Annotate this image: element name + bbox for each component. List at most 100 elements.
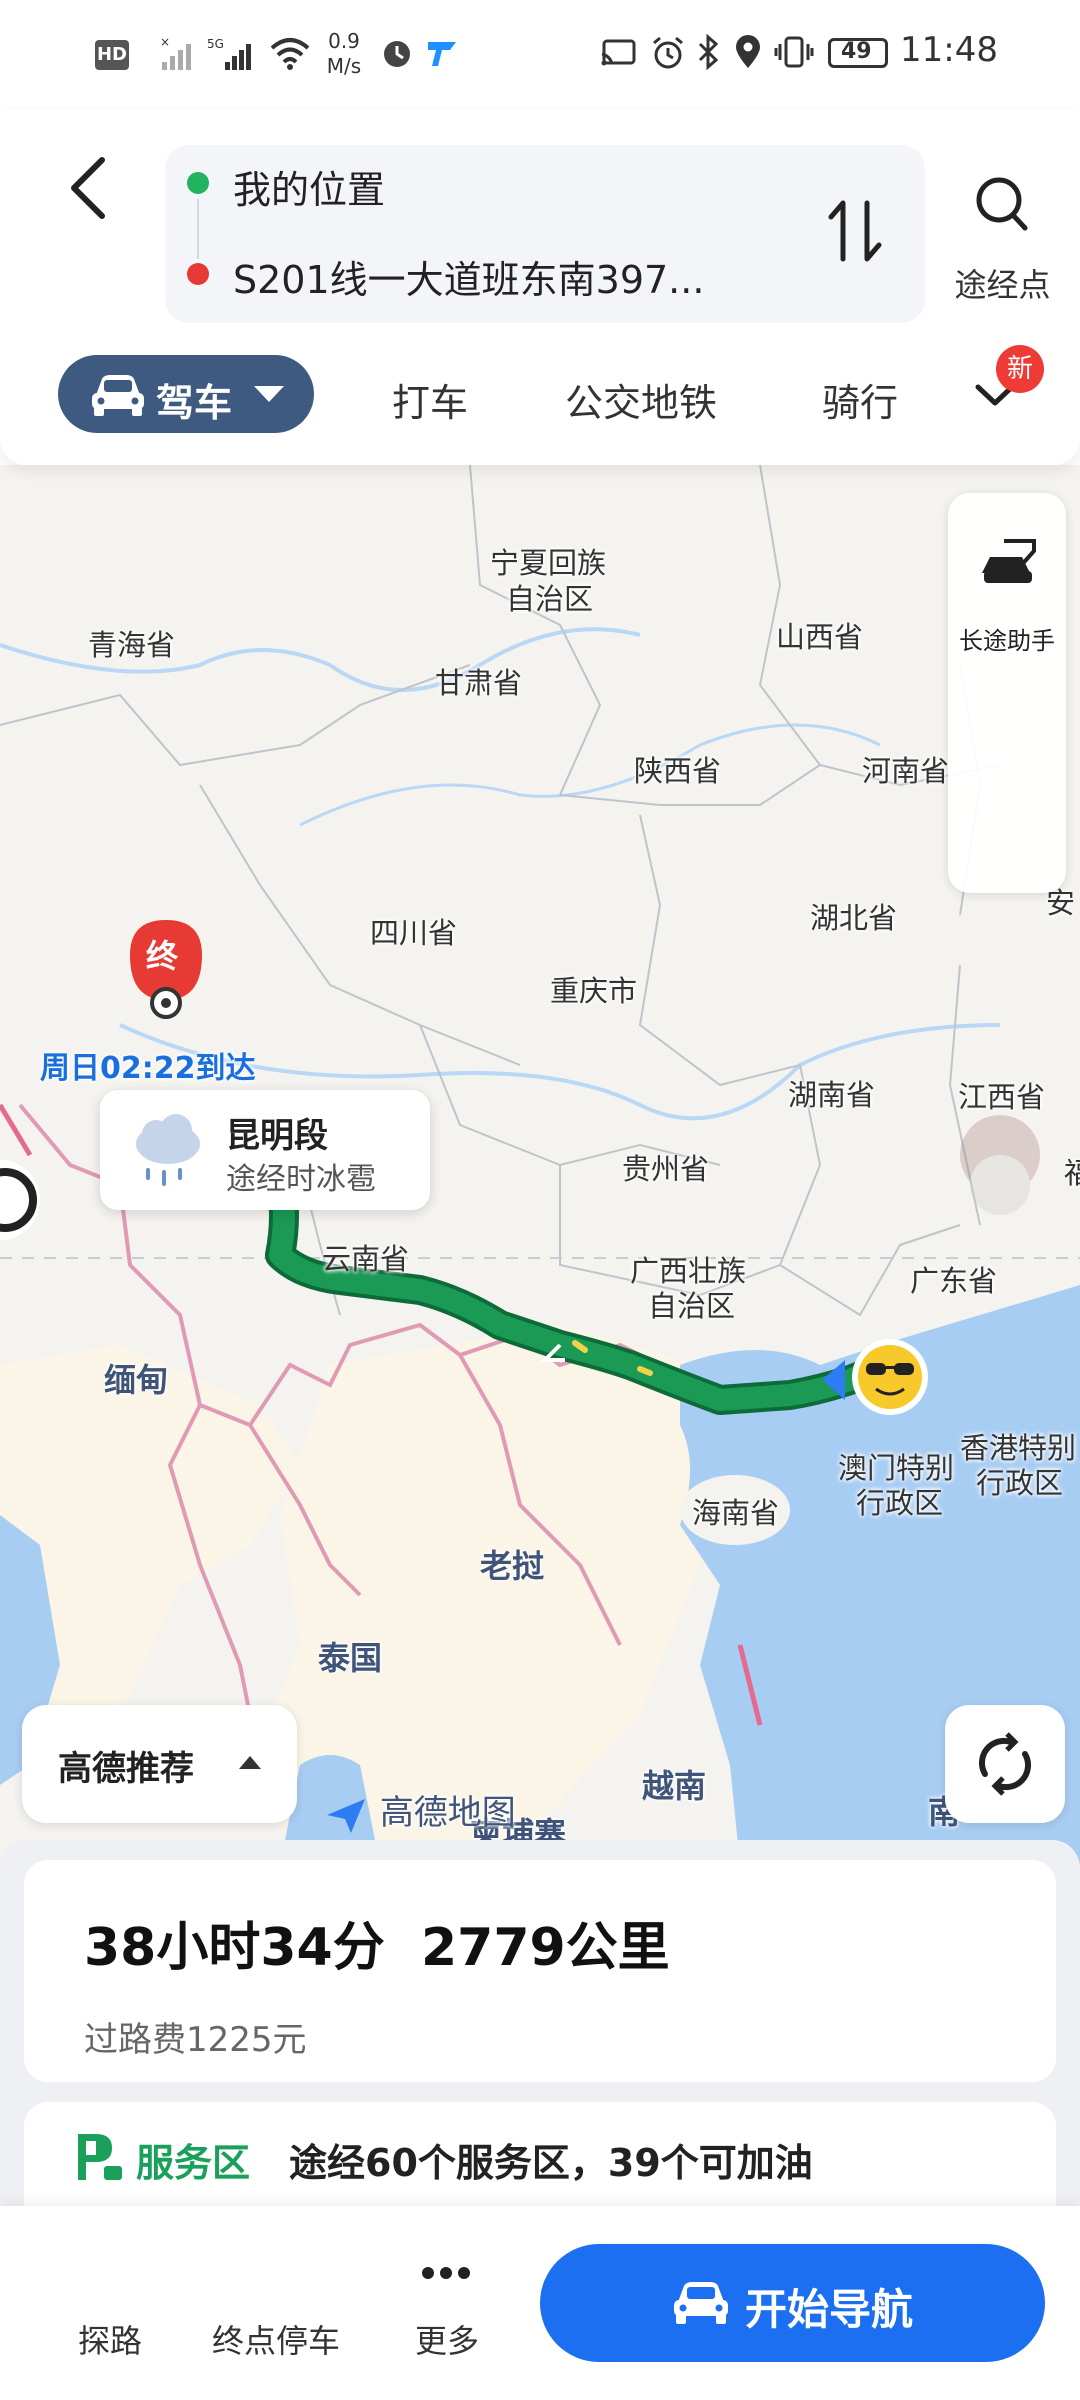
label-myanmar: 缅甸: [104, 1361, 169, 1399]
label-jiangxi: 江西省: [958, 1080, 1046, 1114]
route-duration: 38小时34分: [84, 1918, 385, 1978]
label-macau-1: 澳门特别: [838, 1451, 955, 1485]
new-badge: 新: [996, 345, 1044, 393]
destination-field[interactable]: S201线一大道班东南397...: [233, 249, 704, 304]
long-trip-assistant-button[interactable]: 长途助手: [948, 493, 1066, 893]
swap-arrows-icon: [828, 200, 882, 262]
tab-cycling[interactable]: 骑行: [822, 372, 898, 427]
parking-service-icon: [78, 2134, 122, 2180]
label-guangdong: 广东省: [910, 1264, 998, 1298]
alarm-icon: [380, 36, 414, 74]
route-duration-distance: 38小时34分 2779公里: [84, 1905, 670, 1980]
long-trip-label: 长途助手: [959, 627, 1055, 655]
svg-text:5G: 5G: [207, 37, 224, 51]
label-sichuan: 四川省: [370, 916, 458, 950]
long-trip-icon: [982, 539, 1036, 583]
label-vietnam: 越南: [642, 1767, 707, 1805]
weather-title: 昆明段: [226, 1116, 328, 1156]
map-view[interactable]: 青海省 宁夏回族 自治区 山西省 甘肃省 陕西省 河南省 四川省 湖北省 重庆市…: [0, 465, 1080, 1865]
speed-value: 0.9: [328, 29, 360, 53]
service-area-desc: 途经60个服务区，39个可加油: [289, 2141, 813, 2185]
label-hongkong-2: 行政区: [976, 1466, 1064, 1500]
car-icon: [92, 375, 144, 416]
label-guizhou: 贵州省: [622, 1152, 710, 1186]
car-icon: [674, 2282, 728, 2324]
battery-icon: 49: [828, 38, 888, 68]
origin-dot: [187, 172, 209, 194]
label-chongqing: 重庆市: [550, 974, 638, 1008]
more-dots-icon: [422, 2267, 470, 2279]
status-bar: HD × 5G 0.9 M/s 49 11:48: [0, 0, 1080, 110]
battery-level: 49: [841, 39, 872, 64]
location-icon: [734, 34, 762, 74]
swap-button[interactable]: [825, 197, 885, 267]
transport-mode-tabs: 驾车 打车 公交地铁 骑行 新: [0, 345, 1080, 445]
label-qinghai: 青海省: [88, 628, 176, 662]
caret-down-icon: [254, 386, 284, 402]
more-button[interactable]: 更多: [405, 2236, 485, 2366]
destination-dot: [187, 263, 209, 285]
route-summary-card[interactable]: 38小时34分 2779公里 过路费1225元: [24, 1860, 1056, 2082]
route-distance: 2779公里: [420, 1918, 670, 1978]
refresh-icon: [978, 1732, 1032, 1796]
alarm-clock-icon: [650, 36, 686, 74]
label-hubei: 湖北省: [810, 901, 898, 935]
weather-card[interactable]: 昆明段 途经时冰雹: [100, 1090, 430, 1210]
refresh-route-button[interactable]: [945, 1705, 1065, 1823]
map-logo: 高德地图: [325, 1785, 516, 1835]
label-fujian-partial: 福: [1064, 1156, 1080, 1190]
tab-drive[interactable]: 驾车: [58, 355, 314, 433]
label-yunnan: 云南省: [322, 1242, 410, 1276]
speed-unit: M/s: [326, 54, 362, 78]
bottom-action-bar: 探路 终点停车 更多 开始导航: [0, 2206, 1080, 2400]
route-preference-button[interactable]: 高德推荐: [22, 1705, 297, 1823]
eta-label: 周日02:22到达: [40, 1051, 256, 1086]
tab-taxi[interactable]: 打车: [392, 372, 468, 427]
route-input-box: 我的位置 S201线一大道班东南397...: [165, 145, 925, 323]
hail-cloud-icon: [136, 1114, 200, 1186]
label-shanxi: 山西省: [776, 620, 864, 654]
route-header: 我的位置 S201线一大道班东南397... 途经点 驾车 打车 公交地铁 骑行…: [0, 110, 1080, 465]
cast-icon: [600, 38, 638, 72]
label-shaanxi: 陕西省: [634, 754, 722, 788]
5g-signal-icon: 5G: [207, 36, 255, 76]
waypoint-button[interactable]: 途经点: [945, 170, 1060, 304]
label-henan: 河南省: [862, 754, 950, 788]
destination-parking-button[interactable]: 终点停车: [212, 2316, 340, 2362]
route-preference-label: 高德推荐: [58, 1749, 194, 1789]
label-gansu: 甘肃省: [435, 666, 523, 700]
explore-button[interactable]: 探路: [78, 2316, 142, 2362]
label-macau-2: 行政区: [856, 1486, 944, 1520]
label-hainan: 海南省: [692, 1496, 780, 1530]
back-button[interactable]: [60, 150, 120, 230]
tab-drive-label: 驾车: [156, 381, 233, 425]
tab-transit[interactable]: 公交地铁: [565, 372, 717, 427]
route-toll: 过路费1225元: [84, 2020, 307, 2060]
caret-up-icon: [239, 1756, 261, 1769]
no-signal-icon: ×: [160, 35, 198, 76]
vibrate-icon: [774, 36, 814, 72]
label-guangxi-2: 自治区: [648, 1289, 736, 1323]
start-navigation-label: 开始导航: [745, 2285, 914, 2334]
origin-field[interactable]: 我的位置: [233, 159, 385, 214]
route-summary-sheet: 38小时34分 2779公里 过路费1225元 服务区 途经60个服务区，39个…: [0, 1840, 1080, 2232]
hd-icon: HD: [95, 40, 129, 70]
waypoint-label: 途经点: [954, 266, 1051, 304]
label-hongkong-1: 香港特别: [960, 1431, 1077, 1465]
map-logo-text: 高德地图: [379, 1793, 516, 1833]
more-label: 更多: [415, 2322, 480, 2360]
start-navigation-button[interactable]: 开始导航: [540, 2244, 1045, 2362]
back-arrow-icon: [71, 157, 105, 219]
label-guangxi-1: 广西壮族: [630, 1254, 747, 1288]
route-connector: [197, 199, 199, 259]
destination-marker-label: 终: [146, 937, 179, 975]
label-thailand: 泰国: [318, 1639, 383, 1677]
label-hunan: 湖南省: [788, 1078, 876, 1112]
svg-text:×: ×: [160, 36, 170, 49]
label-ningxia-2: 自治区: [506, 582, 594, 616]
amap-logo-icon: [327, 1798, 365, 1833]
wifi-icon: [270, 36, 310, 74]
label-laos: 老挝: [480, 1547, 545, 1585]
search-icon: [976, 177, 1028, 231]
bluetooth-icon: [696, 33, 722, 74]
